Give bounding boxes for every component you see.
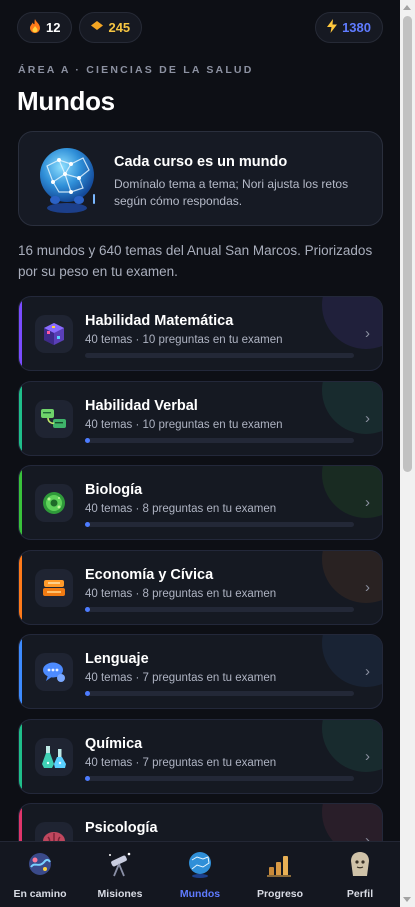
speech-bubble-icon bbox=[35, 653, 73, 691]
cube-icon bbox=[35, 315, 73, 353]
progress-fill bbox=[85, 691, 91, 696]
progress-track bbox=[85, 522, 354, 527]
chat-bubbles-icon bbox=[35, 399, 73, 438]
progress-track bbox=[85, 775, 354, 781]
nav-label: Progreso bbox=[256, 888, 304, 900]
world-card-habilidad-verbal[interactable]: Habilidad Verbal 40 temas · 10 preguntas… bbox=[18, 380, 383, 456]
flask-icon bbox=[35, 737, 73, 776]
telescope-icon bbox=[104, 848, 136, 880]
card-decoration bbox=[322, 466, 382, 518]
chevron-right-icon: › bbox=[365, 494, 370, 511]
nav-label: Misiones bbox=[97, 888, 143, 900]
progress-fill bbox=[85, 437, 91, 443]
world-card-economia-y-civica[interactable]: Economía y Cívica 40 temas · 8 preguntas… bbox=[18, 549, 383, 625]
chevron-right-icon: › bbox=[365, 663, 370, 680]
page-title: Mundos bbox=[17, 86, 115, 116]
streak-value: 12 bbox=[46, 19, 61, 35]
card-decoration bbox=[322, 381, 382, 434]
card-accent bbox=[19, 635, 22, 708]
top-bar: 12 245 1380 bbox=[17, 10, 383, 44]
world-meta: 40 temas · 10 preguntas en tu examen bbox=[85, 418, 283, 431]
scroll-thumb[interactable] bbox=[403, 16, 412, 472]
energy-value: 1380 bbox=[342, 19, 371, 35]
chevron-right-icon: › bbox=[365, 325, 370, 342]
nav-label: Perfil bbox=[346, 888, 374, 900]
scroll-up-arrow-icon[interactable] bbox=[403, 5, 411, 10]
nav-item-progreso[interactable]: Progreso bbox=[240, 842, 320, 907]
intro-title: Cada curso es un mundo bbox=[114, 154, 288, 170]
bottom-nav: En camino Misiones Mundos Progreso Perfi… bbox=[0, 841, 400, 907]
world-card-quimica[interactable]: Química 40 temas · 7 preguntas en tu exa… bbox=[18, 718, 383, 794]
world-name: Biología bbox=[85, 482, 143, 498]
progress-fill bbox=[85, 522, 91, 527]
card-decoration bbox=[322, 550, 382, 603]
scrollbar[interactable] bbox=[400, 0, 415, 907]
progress-track bbox=[85, 606, 354, 612]
gems-counter[interactable]: 245 bbox=[79, 11, 143, 43]
world-card-biologia[interactable]: Biología 40 temas · 8 preguntas en tu ex… bbox=[18, 465, 383, 540]
nav-item-en-camino[interactable]: En camino bbox=[0, 842, 80, 907]
card-accent bbox=[19, 297, 22, 370]
streak-counter[interactable]: 12 bbox=[17, 11, 73, 43]
chevron-right-icon: › bbox=[365, 409, 370, 427]
progress-track bbox=[85, 353, 354, 358]
worlds-list: Habilidad Matemática 40 temas · 10 pregu… bbox=[18, 296, 383, 888]
card-accent bbox=[19, 719, 22, 793]
world-card-habilidad-matematica[interactable]: Habilidad Matemática 40 temas · 10 pregu… bbox=[18, 296, 383, 371]
world-name: Economía y Cívica bbox=[85, 566, 214, 583]
scroll-down-arrow-icon[interactable] bbox=[403, 897, 411, 902]
world-name: Psicología bbox=[85, 820, 158, 836]
card-decoration bbox=[322, 635, 382, 687]
nav-label: En camino bbox=[13, 888, 67, 900]
coins-icon bbox=[35, 568, 73, 607]
intro-text: Domínalo tema a tema; Nori ajusta los re… bbox=[114, 177, 349, 208]
worlds-summary: 16 mundos y 640 temas del Anual San Marc… bbox=[18, 243, 373, 279]
world-card-lenguaje[interactable]: Lenguaje 40 temas · 7 preguntas en tu ex… bbox=[18, 634, 383, 709]
cell-icon bbox=[35, 484, 73, 522]
card-decoration bbox=[322, 719, 382, 772]
card-accent bbox=[19, 466, 22, 539]
nav-item-misiones[interactable]: Misiones bbox=[80, 842, 160, 907]
nav-item-mundos[interactable]: Mundos bbox=[160, 842, 240, 907]
globe-icon bbox=[184, 848, 216, 880]
app-screen: 12 245 1380 ÁREA A · CIENCIAS DE LA SALU… bbox=[0, 0, 400, 907]
bolt-icon bbox=[327, 19, 338, 35]
card-accent bbox=[19, 381, 22, 455]
progress-track bbox=[85, 691, 354, 696]
world-meta: 40 temas · 8 preguntas en tu examen bbox=[85, 503, 277, 515]
world-meta: 40 temas · 8 preguntas en tu examen bbox=[85, 587, 277, 600]
chevron-right-icon: › bbox=[365, 578, 370, 596]
progress-fill bbox=[85, 606, 91, 612]
globe-icon bbox=[35, 144, 103, 216]
bar-chart-icon bbox=[264, 848, 296, 880]
world-meta: 40 temas · 7 preguntas en tu examen bbox=[85, 756, 277, 769]
world-name: Química bbox=[85, 735, 143, 752]
nav-item-perfil[interactable]: Perfil bbox=[320, 842, 400, 907]
progress-track bbox=[85, 437, 354, 443]
intro-card: Cada curso es un mundo Domínalo tema a t… bbox=[18, 131, 383, 226]
profile-icon bbox=[344, 848, 376, 880]
energy-counter[interactable]: 1380 bbox=[315, 11, 383, 43]
world-meta: 40 temas · 7 preguntas en tu examen bbox=[85, 672, 277, 684]
world-name: Habilidad Matemática bbox=[85, 313, 234, 329]
chevron-right-icon: › bbox=[365, 747, 370, 765]
world-meta: 40 temas · 10 preguntas en tu examen bbox=[85, 334, 283, 346]
fire-icon bbox=[29, 19, 41, 35]
path-planet-icon bbox=[24, 848, 56, 880]
world-name: Habilidad Verbal bbox=[85, 397, 198, 414]
card-accent bbox=[19, 550, 22, 624]
gem-icon bbox=[91, 21, 104, 33]
progress-fill bbox=[85, 775, 91, 781]
gems-value: 245 bbox=[108, 19, 131, 35]
card-decoration bbox=[322, 297, 382, 349]
world-name: Lenguaje bbox=[85, 651, 149, 667]
area-eyebrow: ÁREA A · CIENCIAS DE LA SALUD bbox=[18, 64, 254, 76]
nav-label: Mundos bbox=[179, 888, 221, 900]
